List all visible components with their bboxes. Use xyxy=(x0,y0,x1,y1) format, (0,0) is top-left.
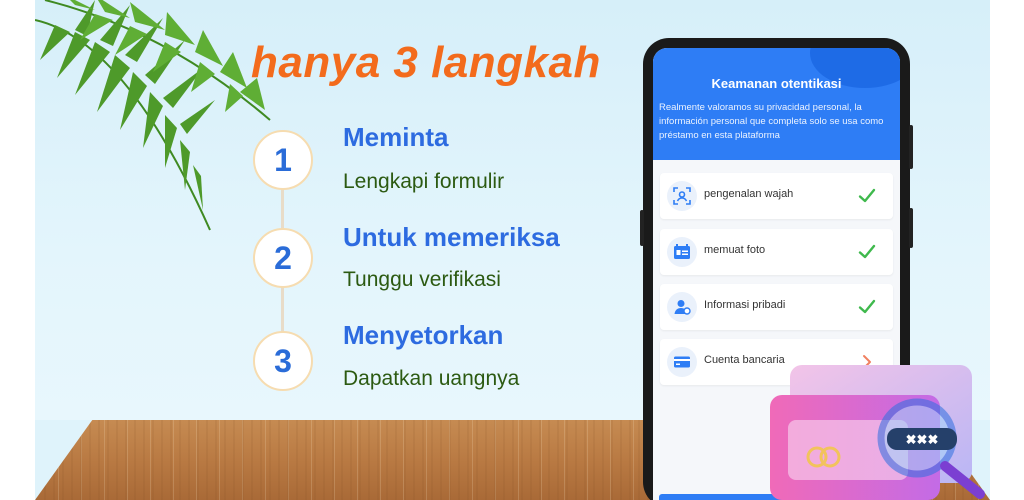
headline: hanya 3 langkah xyxy=(251,38,601,87)
step-2-subtitle: Tunggu verifikasi xyxy=(343,268,501,291)
auth-item-label: pengenalan wajah xyxy=(704,188,794,200)
step-1-subtitle: Lengkapi formulir xyxy=(343,170,505,193)
auth-header: Keamanan otentikasi Realmente valoramos … xyxy=(653,48,900,160)
auth-item-face-recognition[interactable]: pengenalan wajah xyxy=(660,173,893,219)
auth-item-upload-photo[interactable]: memuat foto xyxy=(660,229,893,275)
id-card-icon xyxy=(667,237,697,267)
step-1-number-badge: 1 xyxy=(253,130,313,190)
step-3-number-badge: 3 xyxy=(253,331,313,391)
step-1-title: Meminta xyxy=(343,122,449,152)
masked-card-number: ✖✖✖ xyxy=(906,432,939,447)
step-3-subtitle: Dapatkan uangnya xyxy=(343,367,520,390)
bank-card-icon xyxy=(667,347,697,377)
phone-side-button xyxy=(640,210,644,246)
auth-title: Keamanan otentikasi xyxy=(711,76,842,91)
face-scan-icon xyxy=(667,181,697,211)
check-icon xyxy=(858,244,876,259)
phone-power-button xyxy=(909,208,913,248)
step-3-title: Menyetorkan xyxy=(343,320,504,350)
check-icon xyxy=(858,299,876,314)
auth-description: Realmente valoramos su privacidad person… xyxy=(659,102,884,141)
auth-item-label: Informasi pribadi xyxy=(704,299,786,311)
check-icon xyxy=(858,188,876,203)
auth-item-label: memuat foto xyxy=(704,244,766,256)
palm-leaf-decoration xyxy=(35,0,271,231)
phone-volume-button xyxy=(909,125,913,169)
auth-item-personal-info[interactable]: Informasi pribadi xyxy=(660,284,893,330)
step-2-number-badge: 2 xyxy=(253,228,313,288)
step-2-title: Untuk memeriksa xyxy=(343,222,560,252)
person-icon xyxy=(667,292,697,322)
credit-card-magnifier-illustration: ✖✖✖ xyxy=(770,365,985,500)
